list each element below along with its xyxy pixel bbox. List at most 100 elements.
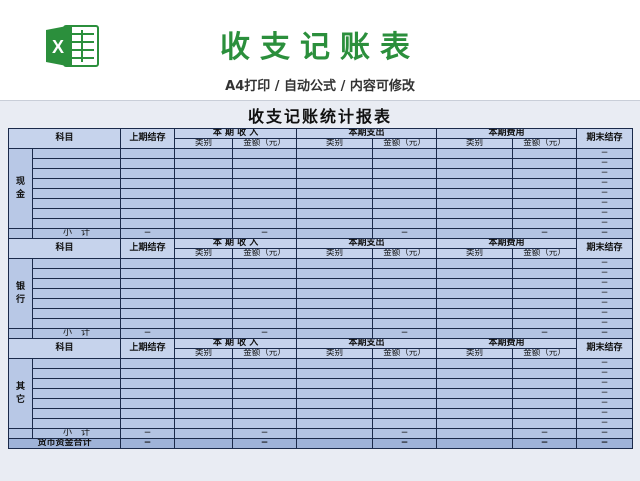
data-cell[interactable] [232,178,298,189]
data-cell[interactable] [436,178,514,189]
data-cell[interactable] [512,398,578,409]
data-cell[interactable] [296,358,374,369]
data-cell[interactable] [120,408,176,419]
end-balance-cell[interactable]: − [576,368,634,379]
data-cell[interactable] [31,298,122,309]
data-cell[interactable] [120,208,176,219]
data-cell[interactable] [174,308,234,319]
data-cell[interactable] [512,198,578,209]
data-cell[interactable] [31,358,122,369]
data-cell[interactable] [512,188,578,199]
data-cell[interactable] [174,268,234,279]
data-cell[interactable] [31,158,122,169]
data-cell[interactable] [120,298,176,309]
data-cell[interactable] [31,198,122,209]
data-cell[interactable] [232,378,298,389]
data-cell[interactable] [296,318,374,329]
data-cell[interactable] [31,208,122,219]
data-cell[interactable] [372,198,438,209]
data-cell[interactable] [232,208,298,219]
data-cell[interactable] [296,258,374,269]
data-cell[interactable] [512,218,578,229]
data-cell[interactable] [31,268,122,279]
data-cell[interactable] [232,288,298,299]
data-cell[interactable] [512,388,578,399]
data-cell[interactable] [296,268,374,279]
data-cell[interactable] [296,178,374,189]
data-cell[interactable] [436,378,514,389]
end-balance-cell[interactable]: − [576,278,634,289]
data-cell[interactable] [372,148,438,159]
data-cell[interactable] [31,388,122,399]
data-cell[interactable] [512,208,578,219]
data-cell[interactable] [232,318,298,329]
data-cell[interactable] [174,378,234,389]
end-balance-cell[interactable]: − [576,388,634,399]
end-balance-cell[interactable]: − [576,408,634,419]
data-cell[interactable] [120,378,176,389]
data-cell[interactable] [31,308,122,319]
end-balance-cell[interactable]: − [576,198,634,209]
data-cell[interactable] [372,368,438,379]
data-cell[interactable] [120,158,176,169]
data-cell[interactable] [296,158,374,169]
data-cell[interactable] [296,148,374,159]
data-cell[interactable] [174,418,234,429]
data-cell[interactable] [372,258,438,269]
data-cell[interactable] [174,168,234,179]
data-cell[interactable] [232,158,298,169]
end-balance-cell[interactable]: − [576,148,634,159]
data-cell[interactable] [120,368,176,379]
data-cell[interactable] [436,218,514,229]
data-cell[interactable] [232,168,298,179]
data-cell[interactable] [436,158,514,169]
data-cell[interactable] [232,298,298,309]
data-cell[interactable] [174,258,234,269]
data-cell[interactable] [120,258,176,269]
end-balance-cell[interactable]: − [576,218,634,229]
end-balance-cell[interactable]: − [576,288,634,299]
data-cell[interactable] [436,318,514,329]
data-cell[interactable] [436,208,514,219]
data-cell[interactable] [174,278,234,289]
data-cell[interactable] [232,268,298,279]
data-cell[interactable] [436,278,514,289]
end-balance-cell[interactable]: − [576,158,634,169]
data-cell[interactable] [372,178,438,189]
end-balance-cell[interactable]: − [576,168,634,179]
data-cell[interactable] [436,398,514,409]
data-cell[interactable] [512,178,578,189]
data-cell[interactable] [174,208,234,219]
data-cell[interactable] [436,148,514,159]
data-cell[interactable] [120,358,176,369]
data-cell[interactable] [512,148,578,159]
data-cell[interactable] [31,398,122,409]
data-cell[interactable] [174,158,234,169]
data-cell[interactable] [296,398,374,409]
data-cell[interactable] [31,218,122,229]
data-cell[interactable] [31,368,122,379]
data-cell[interactable] [296,408,374,419]
data-cell[interactable] [174,368,234,379]
data-cell[interactable] [232,358,298,369]
data-cell[interactable] [120,388,176,399]
end-balance-cell[interactable]: − [576,268,634,279]
end-balance-cell[interactable]: − [576,208,634,219]
data-cell[interactable] [174,318,234,329]
data-cell[interactable] [296,368,374,379]
end-balance-cell[interactable]: − [576,258,634,269]
data-cell[interactable] [436,408,514,419]
data-cell[interactable] [512,168,578,179]
data-cell[interactable] [296,388,374,399]
data-cell[interactable] [372,398,438,409]
data-cell[interactable] [232,188,298,199]
data-cell[interactable] [174,218,234,229]
data-cell[interactable] [232,398,298,409]
data-cell[interactable] [512,158,578,169]
data-cell[interactable] [296,208,374,219]
data-cell[interactable] [372,358,438,369]
data-cell[interactable] [232,408,298,419]
data-cell[interactable] [31,278,122,289]
data-cell[interactable] [296,288,374,299]
data-cell[interactable] [512,418,578,429]
